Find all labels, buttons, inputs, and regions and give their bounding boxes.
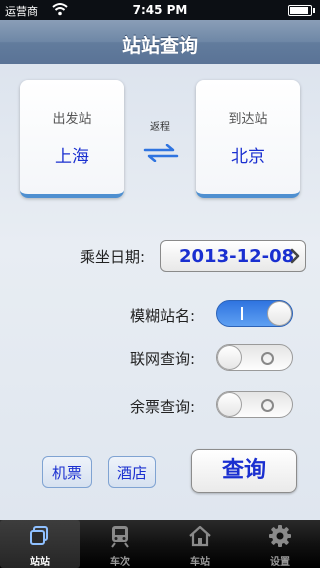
tab-label: 车站 [190,557,210,568]
arrival-station-value: 北京 [231,147,265,167]
flight-tickets-button[interactable]: 机票 [42,456,92,488]
tab-label: 站站 [30,557,50,568]
swap-stations-icon[interactable] [143,144,179,162]
status-time: 7:45 PM [132,3,188,17]
toggle-knob [267,301,292,326]
tab-settings[interactable]: 设置 [240,520,320,568]
main-content: 出发站 上海 返程 到达站 北京 乘坐日期: 2013-12-08 模糊站名: … [0,64,320,520]
travel-date-value: 2013-12-08 [179,246,295,267]
page-title: 站站查询 [121,35,198,57]
travel-date-label: 乘坐日期: [80,248,146,266]
toggle-off-indicator [261,352,274,365]
toggle-off-indicator [261,399,274,412]
battery-icon [288,5,315,16]
network-query-label: 联网查询: [130,350,196,368]
departure-station-card[interactable]: 出发站 上海 [20,80,124,198]
tab-station-to-station[interactable]: 站站 [0,520,80,568]
fuzzy-station-label: 模糊站名: [130,307,196,325]
chevron-right-icon [290,248,300,264]
network-query-toggle[interactable] [216,344,293,371]
status-bar: 运营商 7:45 PM [0,0,320,20]
toggle-knob [217,345,242,370]
home-icon [189,525,211,547]
hotel-button[interactable]: 酒店 [108,456,156,488]
gear-icon [269,525,291,547]
arrival-station-card[interactable]: 到达站 北京 [196,80,300,198]
tab-train-number[interactable]: 车次 [80,520,160,568]
tab-bar: 站站 车次 车站 设置 [0,520,320,568]
tab-station[interactable]: 车站 [160,520,240,568]
arrival-station-label: 到达站 [228,112,268,127]
toggle-knob [217,392,242,417]
remaining-tickets-toggle[interactable] [216,391,293,418]
departure-station-label: 出发站 [52,112,92,127]
toggle-on-indicator [241,307,243,320]
travel-date-button[interactable]: 2013-12-08 [160,240,306,272]
tab-label: 设置 [270,557,290,568]
return-trip-label: 返程 [150,122,170,133]
train-icon [111,526,129,548]
query-button[interactable]: 查询 [191,449,297,493]
remaining-tickets-label: 余票查询: [130,398,196,416]
departure-station-value: 上海 [55,147,89,167]
tab-label: 车次 [110,557,130,568]
navigation-bar: 站站查询 [0,20,320,65]
fuzzy-station-toggle[interactable] [216,300,293,327]
station-to-station-icon [30,526,48,545]
